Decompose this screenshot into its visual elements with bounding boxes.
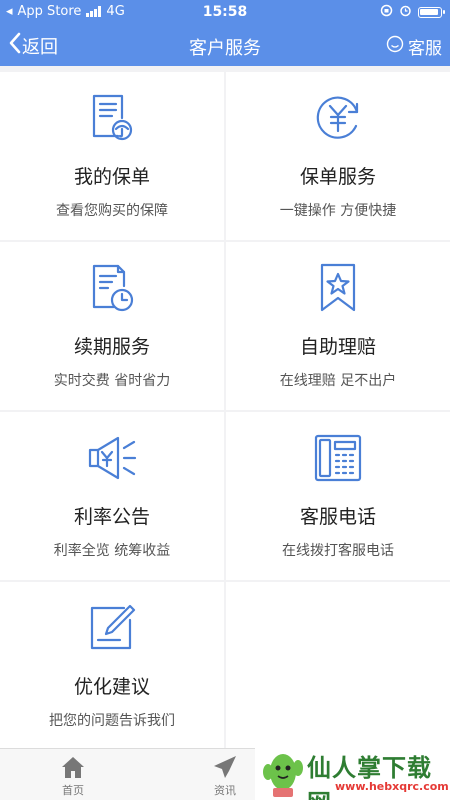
tab-home[interactable]: 首页	[28, 749, 118, 800]
service-rate-notice[interactable]: 利率公告 利率全览 统筹收益	[0, 412, 224, 580]
service-my-policy[interactable]: 我的保单 查看您购买的保障	[0, 72, 224, 240]
service-grid: 我的保单 查看您购买的保障 保单服务 一键操作 方便快捷 续期服务 实时交费 省…	[0, 72, 450, 750]
customer-service-button[interactable]: 客服	[386, 34, 442, 59]
tab-label: 首页	[62, 784, 84, 797]
service-renewal[interactable]: 续期服务 实时交费 省时省力	[0, 242, 224, 410]
service-subtitle: 一键操作 方便快捷	[279, 203, 397, 219]
service-title: 保单服务	[299, 166, 376, 188]
service-label: 客服	[408, 39, 442, 59]
nav-bar: 返回 客户服务 客服	[0, 26, 450, 66]
service-title: 续期服务	[73, 336, 150, 358]
service-suggestion[interactable]: 优化建议 把您的问题告诉我们	[0, 582, 224, 750]
empty-cell	[226, 582, 450, 750]
policy-document-icon	[0, 90, 224, 146]
service-title: 利率公告	[73, 506, 150, 528]
service-subtitle: 利率全览 统筹收益	[53, 543, 171, 559]
star-bookmark-icon	[226, 260, 450, 316]
service-self-claim[interactable]: 自助理赔 在线理赔 足不出户	[226, 242, 450, 410]
service-title: 我的保单	[73, 166, 150, 188]
alarm-icon	[399, 4, 412, 21]
service-subtitle: 实时交费 省时省力	[53, 373, 171, 389]
telephone-icon	[226, 430, 450, 486]
smiley-icon	[386, 35, 404, 58]
renewal-clock-icon	[0, 260, 224, 316]
orientation-lock-icon	[380, 4, 393, 21]
home-icon	[28, 754, 118, 780]
yen-refresh-icon	[226, 90, 450, 146]
service-title: 自助理赔	[299, 336, 376, 358]
status-right	[380, 4, 445, 21]
service-subtitle: 查看您购买的保障	[56, 203, 168, 219]
service-phone[interactable]: 客服电话 在线拨打客服电话	[226, 412, 450, 580]
page-title: 客户服务	[189, 38, 261, 59]
watermark: 仙人掌下载网 www.hebxqrc.com	[255, 742, 450, 800]
status-bar: ◂ App Store 4G 15:58	[0, 0, 450, 26]
service-title: 优化建议	[73, 676, 150, 698]
service-title: 客服电话	[299, 506, 376, 528]
cactus-logo-icon	[261, 746, 305, 800]
service-subtitle: 把您的问题告诉我们	[49, 713, 175, 729]
yen-megaphone-icon	[0, 430, 224, 486]
service-subtitle: 在线理赔 足不出户	[279, 373, 397, 389]
battery-icon	[418, 7, 445, 18]
feedback-edit-icon	[0, 600, 224, 656]
service-policy-service[interactable]: 保单服务 一键操作 方便快捷	[226, 72, 450, 240]
service-subtitle: 在线拨打客服电话	[282, 543, 394, 559]
watermark-url: www.hebxqrc.com	[335, 780, 449, 793]
